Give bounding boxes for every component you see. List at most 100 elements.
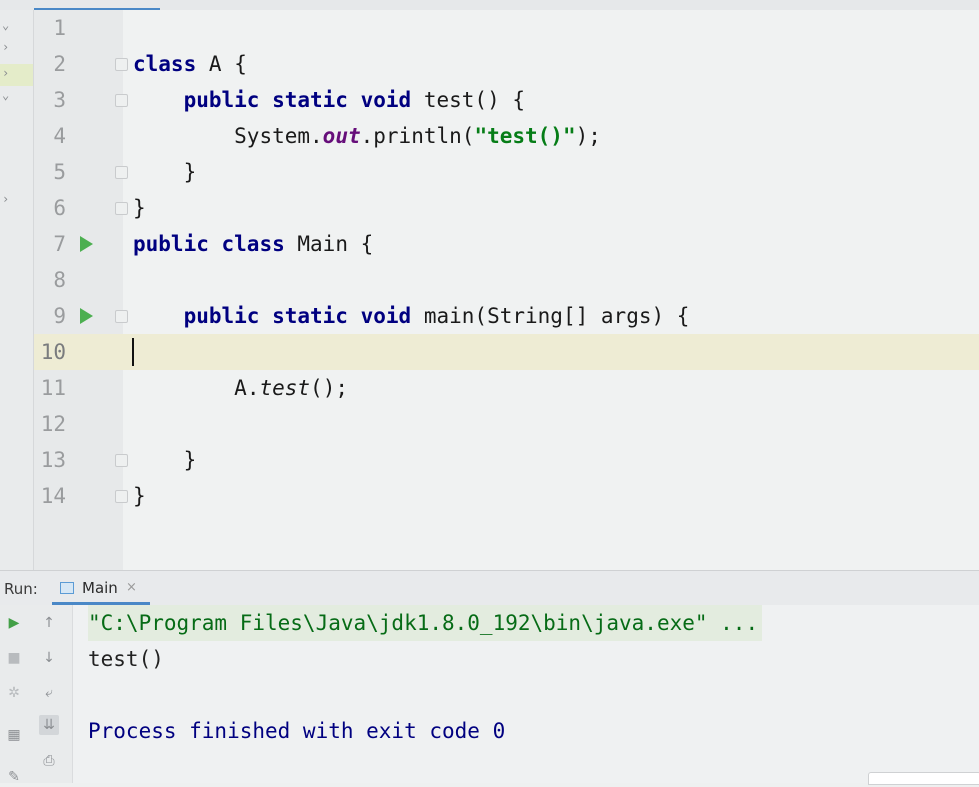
keyword: void (360, 88, 412, 112)
line-number: 1 (53, 16, 66, 40)
code-line: public static void main(String[] args) { (133, 298, 690, 334)
code-line: class A { (133, 46, 247, 82)
console-tab-icon (60, 582, 74, 594)
close-icon[interactable]: × (126, 580, 137, 595)
fold-marker-icon[interactable] (115, 202, 128, 215)
identifier: println (373, 124, 462, 148)
chevron-right-icon[interactable]: › (2, 192, 9, 206)
static-call: test (259, 376, 311, 400)
keyword: static (272, 88, 348, 112)
code-token: { (234, 52, 247, 76)
run-toolbar: ▶ ↑ ■ ↓ ✲ ⤶ ▦ ⇊ ✎ ⎙ (0, 605, 73, 785)
code-token: . (310, 124, 323, 148)
code-line: public static void test() { (133, 82, 525, 118)
chevron-down-icon[interactable]: ⌄ (2, 88, 9, 102)
code-token: ( (310, 376, 323, 400)
scroll-down-icon[interactable]: ↓ (39, 648, 59, 668)
keyword: class (133, 52, 197, 76)
chevron-right-icon[interactable]: › (2, 40, 9, 54)
keyword: public (133, 232, 209, 256)
identifier: A (234, 376, 247, 400)
run-toolwindow-header: Run: Main × (0, 570, 979, 606)
code-token: ] (575, 304, 589, 328)
console-command-line[interactable]: "C:\Program Files\Java\jdk1.8.0_192\bin\… (88, 605, 763, 641)
identifier: String (487, 304, 563, 328)
run-main-icon[interactable] (80, 308, 93, 324)
pin-icon[interactable]: ✎ (4, 767, 24, 787)
soft-wrap-icon[interactable]: ⤶ (39, 683, 59, 703)
line-number: 13 (40, 448, 66, 472)
line-number: 14 (40, 484, 66, 508)
identifier: main (423, 304, 475, 328)
chevron-right-icon[interactable]: › (2, 66, 9, 80)
line-number: 3 (53, 88, 66, 112)
static-field: out (322, 124, 361, 148)
identifier: args (600, 304, 652, 328)
print-icon[interactable]: ⎙ (39, 751, 59, 771)
code-token: . (246, 376, 260, 400)
text-caret (132, 338, 134, 366)
code-token: ( (474, 304, 488, 328)
code-token: { (676, 304, 690, 328)
keyword: public (183, 88, 260, 112)
debug-icon[interactable]: ✲ (4, 683, 24, 703)
line-number: 7 (53, 232, 66, 256)
rerun-icon[interactable]: ▶ (4, 613, 24, 633)
code-token: ) (487, 88, 500, 112)
keyword: void (360, 304, 412, 328)
stop-icon[interactable]: ■ (4, 648, 24, 668)
fold-marker-icon[interactable] (115, 310, 128, 323)
code-token: ( (461, 124, 475, 148)
keyword: class (221, 232, 285, 256)
line-number: 5 (53, 160, 66, 184)
run-class-icon[interactable] (80, 236, 93, 252)
scroll-to-end-icon[interactable]: ⇊ (39, 715, 59, 735)
line-number: 11 (40, 376, 66, 400)
keyword: public (183, 304, 260, 328)
fold-marker-icon[interactable] (115, 58, 128, 71)
code-line: } (133, 190, 146, 226)
string-literal: "test()" (474, 124, 576, 148)
code-token: ( (474, 88, 488, 112)
line-number: 4 (53, 124, 66, 148)
line-number: 6 (53, 196, 66, 220)
keyword: static (272, 304, 348, 328)
line-number: 12 (40, 412, 66, 436)
code-line: A.test(); (133, 370, 348, 406)
run-tab-label: Main (82, 579, 118, 597)
run-tab-main[interactable]: Main × (52, 571, 150, 605)
run-title: Run: (4, 580, 38, 598)
line-number: 2 (53, 52, 66, 76)
code-line: } (133, 442, 197, 478)
fold-marker-icon[interactable] (115, 490, 128, 503)
status-popup-edge (868, 772, 979, 785)
fold-marker-icon[interactable] (115, 166, 128, 179)
fold-marker-icon[interactable] (115, 94, 128, 107)
fold-marker-icon[interactable] (115, 454, 128, 467)
scroll-up-icon[interactable]: ↑ (39, 613, 59, 633)
project-panel-strip: ⌄ › › ⌄ › (0, 10, 34, 570)
chevron-down-icon[interactable]: ⌄ (2, 18, 9, 32)
code-token: ) (322, 376, 336, 400)
console-output-line: test() (88, 647, 164, 671)
code-token: } (133, 196, 146, 220)
layout-icon[interactable]: ▦ (4, 725, 24, 745)
identifier: test (423, 88, 475, 112)
identifier: A (208, 52, 222, 76)
